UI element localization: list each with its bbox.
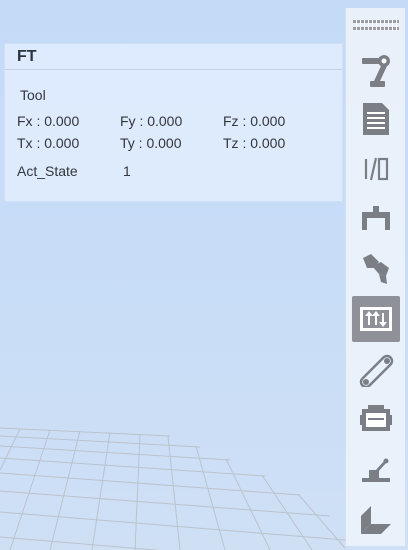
panel-title: FT: [5, 44, 342, 70]
force-torque-button[interactable]: [352, 296, 400, 342]
drag-handle[interactable]: [352, 16, 400, 34]
act-state-label: Act_State: [17, 163, 78, 179]
conveyor-button[interactable]: [352, 346, 400, 392]
gripper-icon: [362, 206, 390, 230]
workspace-plane-icon: [361, 506, 391, 534]
grip-icon: [353, 20, 399, 30]
fz-value: Fz : 0.000: [223, 113, 286, 129]
workspace-button[interactable]: [352, 496, 400, 542]
robot-arm-icon: [362, 55, 390, 87]
pick-tool-icon: [363, 254, 389, 284]
controller-button[interactable]: [352, 396, 400, 442]
document-icon: [363, 103, 389, 135]
jog-button[interactable]: [352, 446, 400, 492]
gripper-button[interactable]: [352, 196, 400, 242]
tz-value: Tz : 0.000: [223, 135, 286, 151]
fx-value: Fx : 0.000: [17, 113, 80, 129]
act-state-value: 1: [123, 163, 131, 179]
frame-label: Tool: [20, 87, 46, 103]
pick-button[interactable]: [352, 246, 400, 292]
fy-value: Fy : 0.000: [120, 113, 183, 129]
right-toolbar: [345, 8, 405, 546]
tx-value: Tx : 0.000: [17, 135, 80, 151]
force-torque-icon: [360, 307, 392, 331]
conveyor-icon: [359, 354, 394, 387]
io-icon: [364, 157, 389, 181]
ft-panel: FT Tool Fx : 0.000 Fy : 0.000 Fz : 0.000…: [4, 43, 343, 202]
joystick-icon: [362, 458, 390, 482]
io-button[interactable]: [352, 146, 400, 192]
program-button[interactable]: [352, 96, 400, 142]
robot-button[interactable]: [352, 46, 400, 92]
ty-value: Ty : 0.000: [120, 135, 182, 151]
controller-box-icon: [360, 405, 392, 431]
